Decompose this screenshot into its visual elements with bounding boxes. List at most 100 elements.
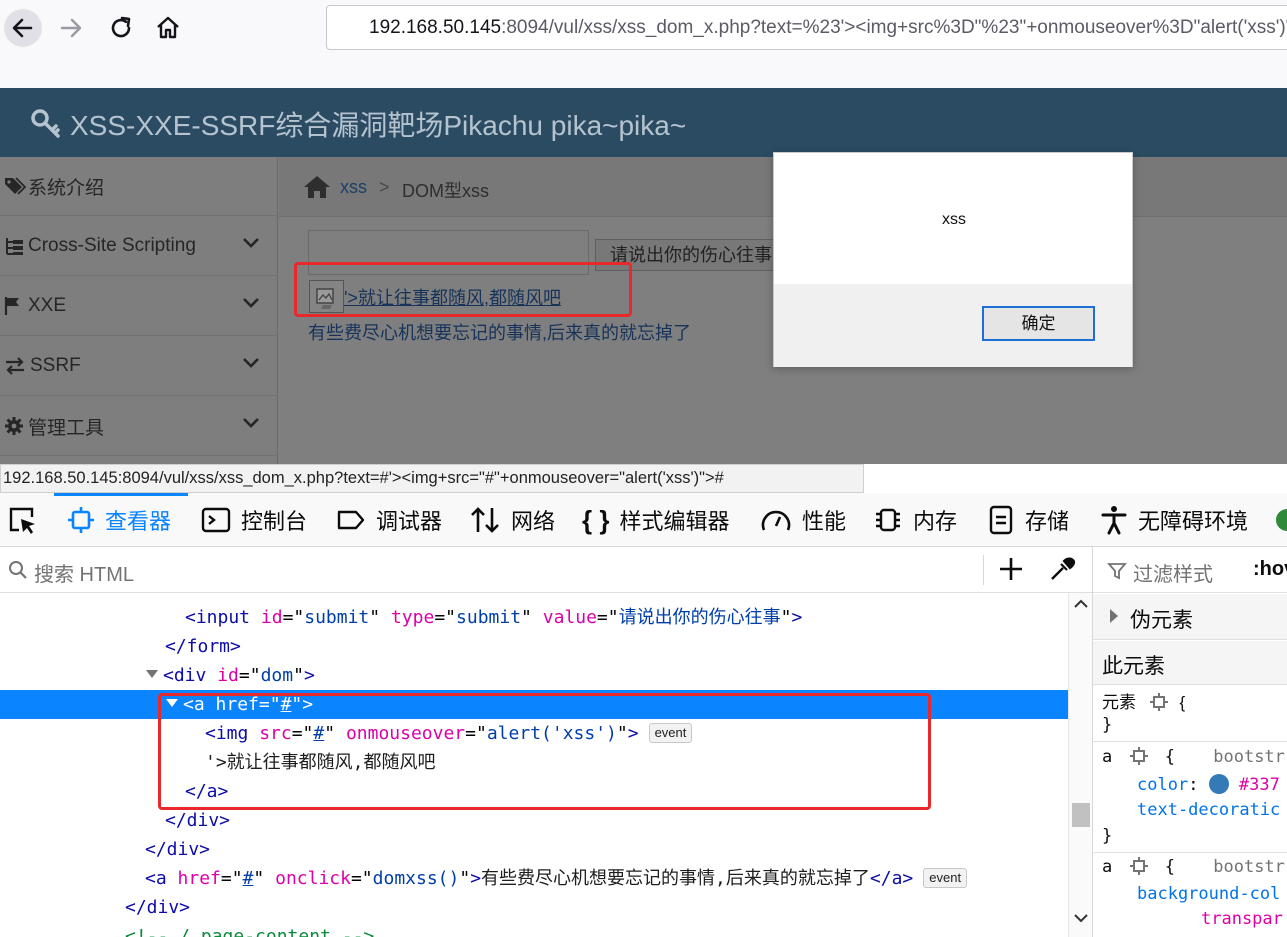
devtools-tabbar: 查看器 控制台 调试器 网络 { } 样式编辑器 性能 内存 存储 无障碍环境	[0, 493, 1287, 547]
node-highlight-icon[interactable]	[1149, 692, 1169, 712]
tag-close: >	[303, 665, 315, 686]
chevron-down-icon	[243, 358, 259, 368]
home-button[interactable]	[148, 8, 188, 48]
rule-close-brace: }	[1102, 826, 1113, 846]
gear-icon	[5, 417, 23, 435]
element-picker-button[interactable]	[6, 493, 48, 547]
url-host: 192.168.50.145	[369, 16, 502, 38]
filter-icon	[1107, 563, 1127, 580]
tag-name: <a	[145, 868, 167, 889]
breadcrumb-separator: >	[379, 177, 390, 197]
url-path: :8094/vul/xss/xss_dom_x.php?text=%23'><i…	[501, 16, 1287, 38]
sidebar-item-xxe[interactable]: XXE	[0, 277, 278, 336]
rule-element-selector[interactable]: 元素 {	[1102, 688, 1185, 713]
markup-node-comment[interactable]: <!-- /.page-content -->	[0, 922, 1068, 937]
site-header: XSS-XXE-SSRF综合漏洞靶场Pikachu pika~pika~	[0, 88, 1287, 157]
tab-accessibility[interactable]: 无障碍环境	[1100, 493, 1248, 547]
alert-dialog: xss 确定	[773, 152, 1133, 367]
search-icon	[9, 561, 27, 579]
tab-inspector[interactable]: 查看器	[67, 493, 171, 547]
markup-node-div-close[interactable]: </div>	[0, 835, 1068, 864]
filter-styles-input[interactable]: 过滤样式	[1133, 558, 1213, 587]
url-text[interactable]: 192.168.50.145:8094/vul/xss/xss_dom_x.ph…	[369, 17, 1287, 39]
node-highlight-icon[interactable]	[1129, 746, 1149, 766]
console-icon	[201, 507, 231, 533]
sidebar-item-label: 管理工具	[28, 417, 105, 439]
tab-storage[interactable]: 存储	[987, 493, 1069, 547]
pseudo-elements-toggle[interactable]: 伪元素	[1093, 594, 1287, 640]
search-html-input[interactable]: 搜索 HTML	[34, 558, 134, 587]
tab-debugger[interactable]: 调试器	[336, 493, 442, 547]
color-swatch[interactable]	[1208, 774, 1229, 794]
html-search-bar[interactable]: 搜索 HTML	[0, 547, 1092, 593]
node-highlight-icon[interactable]	[1129, 856, 1149, 876]
accessibility-icon	[1101, 506, 1127, 535]
rule-source[interactable]: bootstr	[1213, 857, 1285, 877]
tab-network[interactable]: 网络	[469, 493, 555, 547]
home-icon[interactable]	[303, 175, 331, 199]
rule-decl-color[interactable]: color: #337	[1102, 774, 1280, 795]
scroll-thumb[interactable]	[1072, 803, 1090, 827]
rule-source[interactable]: bootstr	[1213, 747, 1285, 767]
flag-icon	[4, 297, 19, 315]
debugger-icon	[337, 510, 365, 530]
rule-decl-text-decoration[interactable]: text-decoratic	[1102, 800, 1280, 820]
markup-node-a-domxss[interactable]: <a href="#" onclick="domxss()">有些费尽心机想要忘…	[0, 864, 1068, 893]
attr-value: submit	[456, 607, 522, 628]
url-bar[interactable]: 192.168.50.145:8094/vul/xss/xss_dom_x.ph…	[326, 5, 1287, 50]
extension-icon[interactable]	[1276, 505, 1287, 535]
forward-button[interactable]	[52, 8, 92, 48]
eyedropper-icon[interactable]	[1048, 555, 1076, 583]
filter-styles-bar[interactable]: 过滤样式 :hov	[1093, 547, 1287, 593]
highlight-box	[294, 262, 632, 317]
site-title[interactable]: XSS-XXE-SSRF综合漏洞靶场Pikachu pika~pika~	[70, 104, 686, 144]
tab-performance[interactable]: 性能	[760, 493, 846, 547]
tab-label: 性能	[802, 509, 847, 534]
breadcrumb-xss-link[interactable]: xss	[340, 177, 367, 198]
scroll-down-icon[interactable]	[1074, 913, 1088, 923]
markup-node-div-close[interactable]: </div>	[0, 806, 1068, 835]
rule-decl-background[interactable]: background-col	[1102, 884, 1280, 904]
attr-name: value	[542, 607, 597, 628]
add-node-icon[interactable]	[997, 555, 1025, 583]
reload-icon	[111, 16, 131, 38]
rule-a-selector[interactable]: a { bootstr	[1102, 856, 1285, 877]
sidebar-item-intro[interactable]: 系统介绍	[0, 157, 278, 216]
tab-console[interactable]: 控制台	[201, 493, 307, 547]
back-button[interactable]	[3, 8, 43, 48]
sidebar-item-ssrf[interactable]: SSRF	[0, 337, 278, 396]
element-picker-icon	[9, 507, 35, 534]
prop-value: transpar	[1201, 909, 1283, 929]
rule-decl-background-value: transpar	[1102, 909, 1283, 929]
gauge-icon	[761, 510, 791, 531]
ok-button[interactable]: 确定	[982, 306, 1095, 341]
forward-arrow-icon	[60, 18, 82, 38]
markup-node-div-dom[interactable]: <div id="dom">	[0, 661, 1068, 690]
tab-style-editor[interactable]: { } 样式编辑器	[582, 493, 729, 547]
markup-node-form-close[interactable]: </form>	[0, 632, 1068, 661]
breadcrumb-current: DOM型xss	[402, 181, 489, 201]
attr-value: submit	[304, 607, 370, 628]
reload-button[interactable]	[101, 8, 141, 48]
tab-memory[interactable]: 内存	[873, 493, 957, 547]
expand-triangle-icon[interactable]	[145, 668, 159, 680]
markup-scrollbar[interactable]	[1068, 593, 1092, 937]
sidebar-item-label: 系统介绍	[28, 177, 105, 199]
hov-toggle[interactable]: :hov	[1253, 558, 1287, 581]
rules-panel: 过滤样式 :hov 伪元素 此元素 元素 { } a { bootstr col…	[1092, 547, 1287, 937]
sidebar-item-xss[interactable]: Cross-Site Scripting	[0, 217, 278, 276]
network-icon	[471, 507, 499, 533]
markup-node-input[interactable]: <input id="submit" type="submit" value="…	[0, 603, 1068, 632]
domxss-link[interactable]: 有些费尽心机想要忘记的事情,后来真的就忘掉了	[308, 319, 691, 345]
tab-label: 调试器	[376, 509, 443, 534]
tag-name: </form>	[165, 636, 241, 657]
scroll-up-icon[interactable]	[1074, 599, 1088, 609]
attr-name: id	[260, 607, 283, 628]
rule-a-selector[interactable]: a { bootstr	[1102, 746, 1285, 767]
back-arrow-icon	[4, 9, 42, 47]
event-badge[interactable]: event	[923, 868, 968, 888]
prop-name: text-decoratic	[1137, 800, 1281, 820]
markup-node-div-close[interactable]: </div>	[0, 893, 1068, 922]
inspector-icon	[68, 507, 94, 533]
sidebar-item-tools[interactable]: 管理工具	[0, 397, 278, 456]
